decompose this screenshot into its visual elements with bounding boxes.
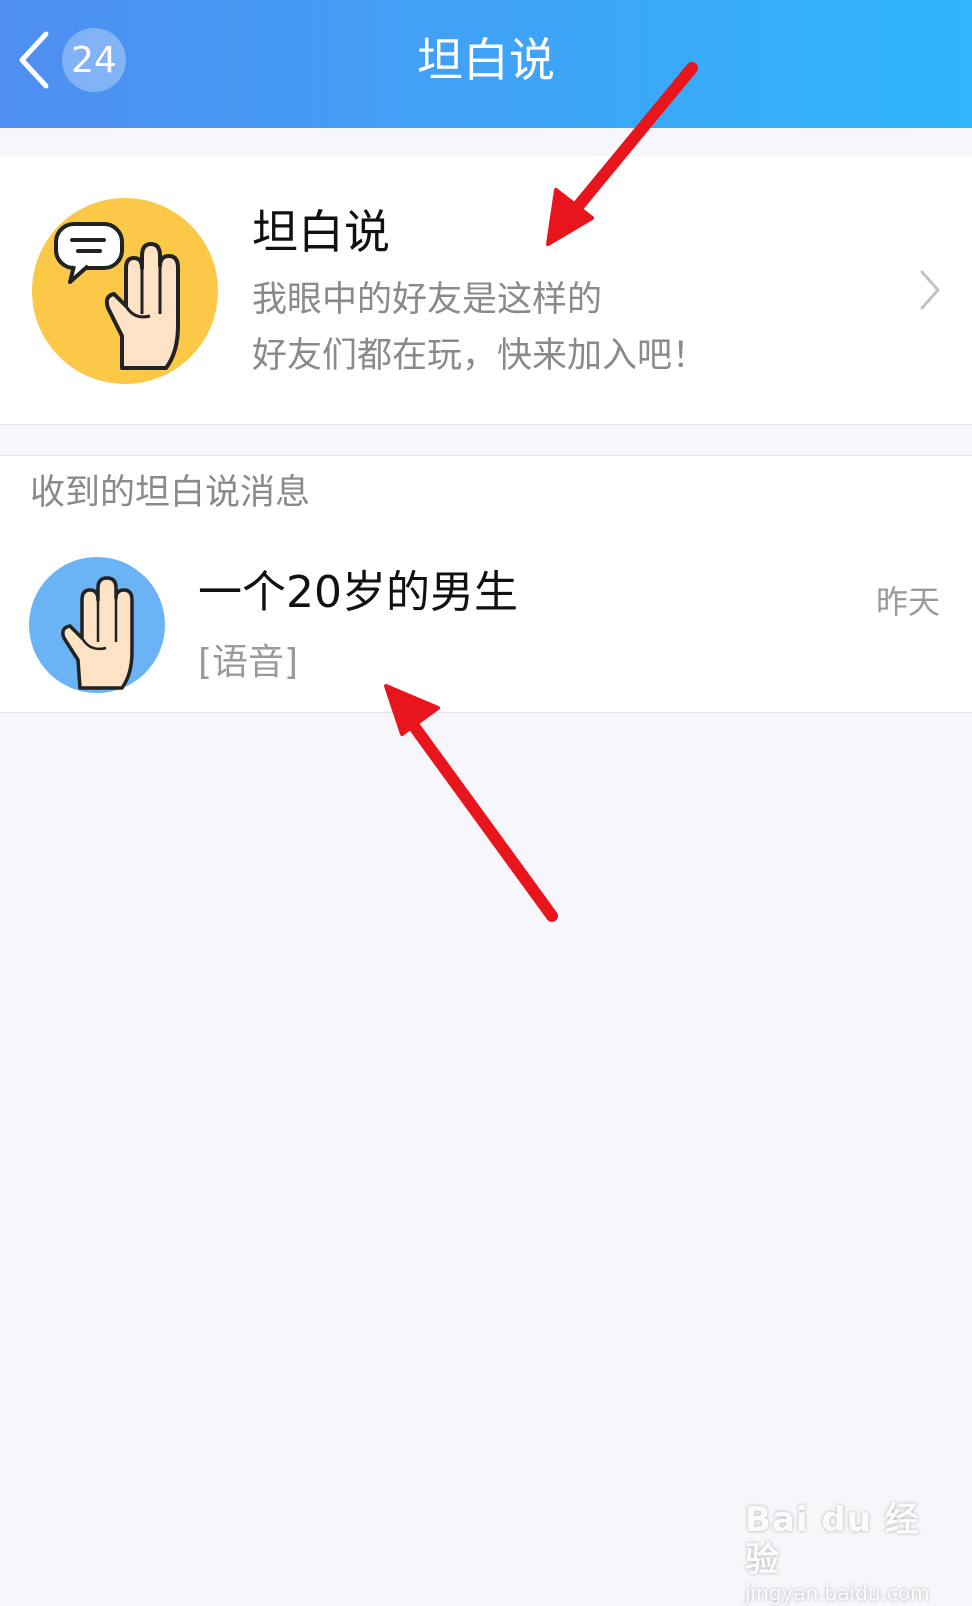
message-time: 昨天 (875, 583, 940, 621)
chevron-right-icon (920, 270, 940, 310)
feature-card[interactable]: 坦白说 我眼中的好友是这样的 好友们都在玩，快来加入吧！ (0, 156, 972, 425)
section-header: 收到的坦白说消息 (0, 455, 972, 535)
feature-description-line-2: 好友们都在玩，快来加入吧！ (252, 336, 708, 376)
watermark-logo: Bai du 经验 jingyan.baidu.com (745, 1500, 945, 1605)
message-list-item[interactable]: 一个20岁的男生 [语音] 昨天 (0, 534, 972, 713)
feature-description-line-1: 我眼中的好友是这样的 (252, 280, 603, 320)
hand-avatar-icon (29, 557, 165, 693)
page-title: 坦白说 (417, 33, 555, 87)
message-preview: [语音] (198, 642, 299, 683)
watermark-url: jingyan.baidu.com (745, 1581, 930, 1605)
section-title: 收到的坦白说消息 (30, 473, 311, 513)
watermark-brand: Bai du 经验 (745, 1500, 920, 1580)
hand-speech-bubble-icon (32, 198, 218, 384)
annotation-arrow-bottom (384, 684, 558, 922)
navigation-bar: 24 坦白说 (0, 0, 972, 128)
message-sender: 一个20岁的男生 (198, 567, 518, 618)
feature-title: 坦白说 (252, 205, 390, 259)
